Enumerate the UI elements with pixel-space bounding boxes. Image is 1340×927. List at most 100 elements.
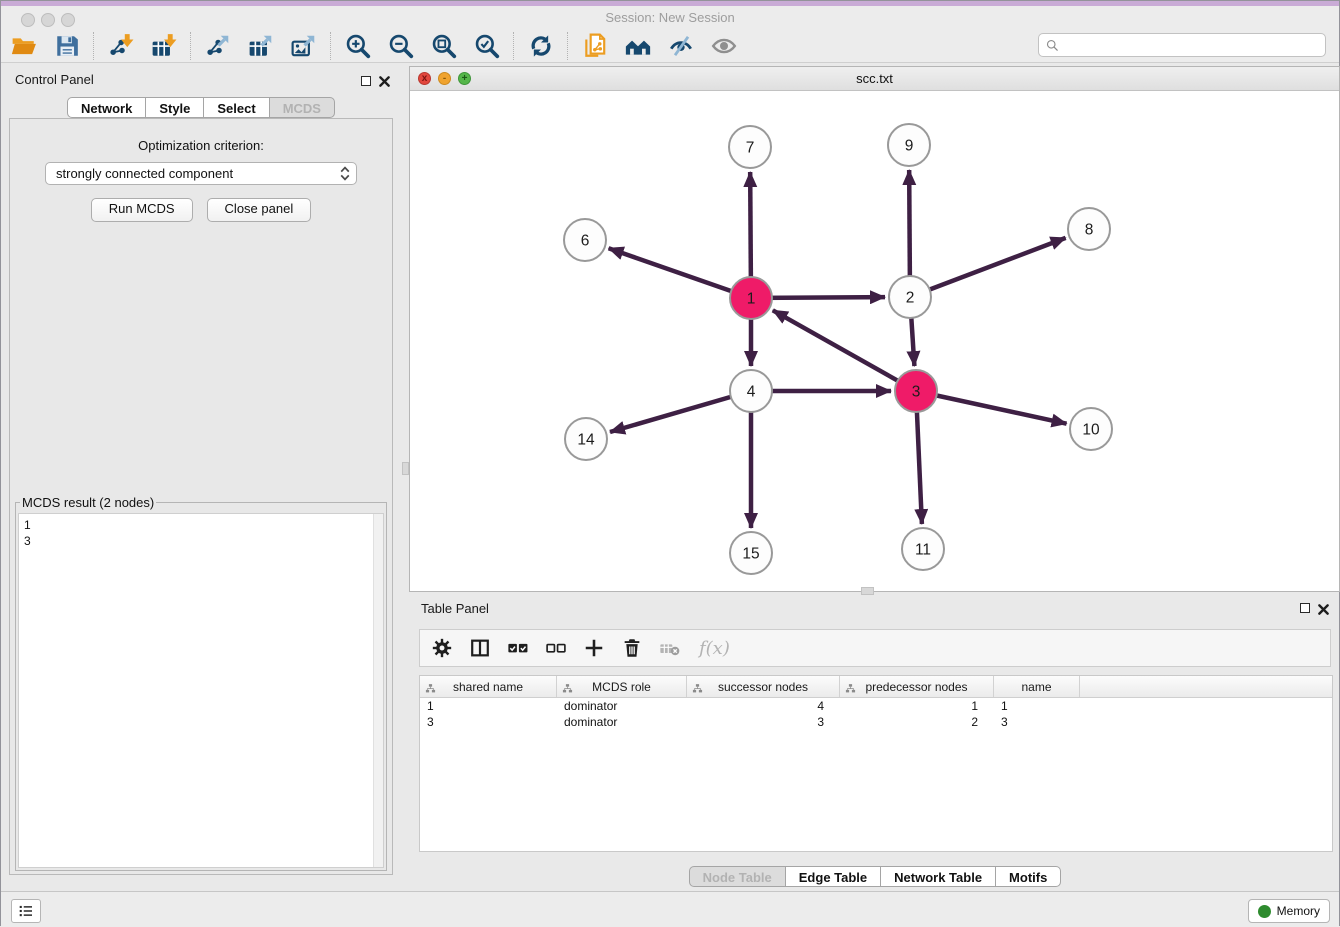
mcds-panel: Optimization criterion: strongly connect… [9, 118, 393, 875]
network-view-window[interactable]: scc.txt x-+ 7968124314101511 [409, 66, 1340, 592]
tab-network-table[interactable]: Network Table [880, 866, 996, 887]
graph-edge-1-6[interactable] [609, 248, 751, 298]
table-panel-tabs: Node TableEdge TableNetwork TableMotifs [409, 866, 1340, 887]
save-session-icon[interactable] [54, 33, 80, 59]
chevron-up-down-icon [337, 165, 353, 182]
column-header-name[interactable]: name [994, 676, 1080, 697]
column-header-successor-nodes[interactable]: successor nodes [687, 676, 840, 697]
close-window-button[interactable]: x [418, 72, 431, 85]
network-canvas[interactable]: 7968124314101511 [410, 90, 1339, 591]
import-table-icon[interactable] [151, 33, 177, 59]
graph-node-label: 8 [1085, 222, 1094, 239]
table-panel-close-icon[interactable] [1318, 602, 1329, 620]
column-pane-icon[interactable] [469, 637, 491, 659]
tab-style[interactable]: Style [145, 97, 204, 118]
sort-grip-icon[interactable] [845, 681, 856, 692]
sort-grip-icon[interactable] [562, 681, 573, 692]
create-column-icon[interactable] [583, 637, 605, 659]
graph-node-label: 9 [905, 138, 914, 155]
zoom-in-icon[interactable] [345, 33, 371, 59]
zoom-selected-icon[interactable] [474, 33, 500, 59]
control-panel-close-icon[interactable] [379, 74, 390, 92]
memory-button[interactable]: Memory [1248, 899, 1330, 923]
table-body: 1dominator4113dominator323 [420, 698, 1332, 730]
zoom-window-button[interactable]: + [458, 72, 471, 85]
control-panel-float-icon[interactable] [361, 76, 371, 86]
result-line: 1 [19, 514, 383, 533]
main-titlebar[interactable]: Session: New Session [1, 6, 1339, 29]
apply-preferred-layout-icon[interactable] [528, 33, 554, 59]
tab-edge-table[interactable]: Edge Table [785, 866, 881, 887]
table-panel-float-icon[interactable] [1300, 603, 1310, 613]
unselect-all-columns-icon[interactable] [545, 637, 567, 659]
table-cell[interactable]: 2 [840, 715, 994, 729]
close-panel-button[interactable]: Close panel [207, 198, 312, 222]
optimization-criterion-label: Optimization criterion: [10, 138, 392, 153]
export-image-icon[interactable] [291, 33, 317, 59]
minimize-window-button[interactable]: - [438, 72, 451, 85]
run-mcds-button[interactable]: Run MCDS [91, 198, 193, 222]
table-row[interactable]: 1dominator411 [420, 698, 1332, 714]
graph-edge-3-1[interactable] [773, 310, 916, 391]
network-window-titlebar[interactable]: scc.txt x-+ [410, 67, 1339, 91]
function-builder-icon[interactable]: f(x) [699, 638, 730, 659]
column-header-label: successor nodes [718, 680, 808, 694]
open-session-icon[interactable] [11, 33, 37, 59]
memory-button-label: Memory [1277, 904, 1320, 918]
table-header-row: shared name MCDS role successor nodes prede… [420, 676, 1332, 698]
export-network-icon[interactable] [205, 33, 231, 59]
task-history-button[interactable] [11, 899, 41, 923]
optimization-criterion-select[interactable]: strongly connected component [45, 162, 357, 185]
delete-columns-icon[interactable] [621, 637, 643, 659]
table-cell[interactable]: 3 [687, 715, 840, 729]
table-cell[interactable]: 1 [840, 699, 994, 713]
show-graphics-details-icon[interactable] [711, 33, 737, 59]
graph-edge-3-10[interactable] [916, 391, 1067, 424]
table-row[interactable]: 3dominator323 [420, 714, 1332, 730]
table-cell[interactable]: 3 [420, 715, 557, 729]
export-table-icon[interactable] [248, 33, 274, 59]
zoom-fit-icon[interactable] [431, 33, 457, 59]
graph-node-label: 1 [747, 291, 756, 308]
new-network-from-selection-icon[interactable] [582, 33, 608, 59]
result-scrollbar[interactable] [373, 514, 383, 867]
sort-grip-icon[interactable] [692, 681, 703, 692]
vertical-splitter-handle[interactable] [402, 462, 409, 475]
first-neighbors-icon[interactable] [625, 33, 651, 59]
column-header-MCDS-role[interactable]: MCDS role [557, 676, 687, 697]
table-cell[interactable]: 1 [994, 699, 1080, 713]
column-header-shared-name[interactable]: shared name [420, 676, 557, 697]
mcds-result-lines: 13 [19, 514, 383, 549]
select-all-columns-icon[interactable] [507, 637, 529, 659]
table-cell[interactable]: dominator [557, 715, 687, 729]
hide-labels-icon[interactable] [668, 33, 694, 59]
import-network-icon[interactable] [108, 33, 134, 59]
tab-select[interactable]: Select [203, 97, 269, 118]
tab-node-table[interactable]: Node Table [689, 866, 786, 887]
column-header-predecessor-nodes[interactable]: predecessor nodes [840, 676, 994, 697]
zoom-out-icon[interactable] [388, 33, 414, 59]
sort-grip-icon[interactable] [425, 681, 436, 692]
search-box[interactable] [1038, 33, 1326, 57]
search-input[interactable] [1064, 37, 1319, 53]
tab-network[interactable]: Network [67, 97, 146, 118]
table-toolbar: f(x) [419, 629, 1331, 667]
graph-node-label: 4 [747, 384, 756, 401]
delete-table-icon[interactable] [659, 637, 681, 659]
graph-edge-2-8[interactable] [910, 238, 1066, 297]
mcds-result-textarea[interactable]: 13 [18, 513, 384, 868]
table-cell[interactable]: 3 [994, 715, 1080, 729]
toolbar-separator [330, 32, 332, 60]
tab-mcds[interactable]: MCDS [269, 97, 335, 118]
horizontal-splitter-handle[interactable] [861, 587, 874, 595]
table-cell[interactable]: dominator [557, 699, 687, 713]
window-title: Session: New Session [1, 10, 1339, 25]
table-cell[interactable]: 1 [420, 699, 557, 713]
table-settings-icon[interactable] [431, 637, 453, 659]
graph-edge-4-14[interactable] [610, 391, 751, 432]
toolbar-separator [513, 32, 515, 60]
tab-motifs[interactable]: Motifs [995, 866, 1061, 887]
column-header-label: MCDS role [592, 680, 651, 694]
table-cell[interactable]: 4 [687, 699, 840, 713]
network-window-title: scc.txt [410, 71, 1339, 86]
